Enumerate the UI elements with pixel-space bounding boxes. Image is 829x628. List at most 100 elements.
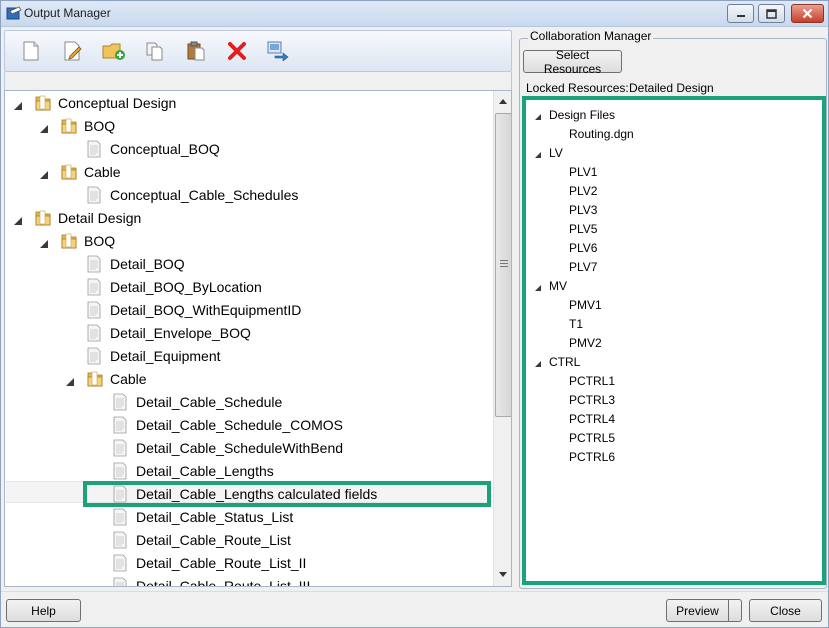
tree-report-node[interactable]: Conceptual_Cable_Schedules [86, 184, 298, 206]
tree-report-node[interactable]: Detail_Cable_Schedule_COMOS [112, 414, 343, 436]
resource-item-node[interactable]: PLV6 [569, 238, 597, 257]
window-title: Output Manager [24, 6, 111, 20]
preview-dropdown-button[interactable] [728, 599, 742, 622]
tree-node-label: Detail_Cable_Lengths [136, 463, 274, 479]
tree-scrollbar[interactable] [493, 91, 511, 586]
report-icon [113, 577, 127, 586]
locked-resources-label: Locked Resources: [526, 81, 629, 95]
report-icon [113, 554, 127, 572]
scroll-up-icon[interactable] [498, 97, 508, 105]
tree-report-node[interactable]: Detail_Cable_Status_List [112, 506, 293, 528]
scroll-thumb[interactable] [495, 113, 511, 417]
resource-item-node[interactable]: T1 [569, 314, 583, 333]
tree-report-node[interactable]: Detail_Envelope_BOQ [86, 322, 251, 344]
title-bar[interactable]: Output Manager [1, 1, 828, 27]
export-icon [267, 41, 289, 61]
tree-node-label: Detail_Cable_ScheduleWithBend [136, 440, 344, 456]
new-report-button[interactable] [19, 39, 43, 63]
tree-report-node[interactable]: Detail_Cable_Route_List [112, 529, 291, 551]
report-icon [113, 439, 127, 457]
tree-report-node[interactable]: Detail_Cable_Schedule [112, 391, 282, 413]
resource-item-node[interactable]: PLV7 [569, 257, 597, 276]
expander-icon[interactable] [39, 167, 49, 179]
tree-report-node[interactable]: Detail_Cable_Lengths [112, 460, 274, 482]
tree-node-label: Detail_BOQ [110, 256, 185, 272]
expander-icon[interactable] [534, 281, 542, 291]
tree-node-label: Detail_Cable_Status_List [136, 509, 294, 525]
copy-button[interactable] [143, 39, 167, 63]
add-folder-button[interactable] [102, 39, 126, 63]
resource-label: PCTRL4 [569, 411, 616, 426]
expander-icon[interactable] [39, 236, 49, 248]
expander-icon[interactable] [534, 110, 542, 120]
resource-item-node[interactable]: PCTRL4 [569, 409, 615, 428]
resource-item-node[interactable]: PCTRL1 [569, 371, 615, 390]
delete-icon [228, 42, 246, 60]
resource-group-node[interactable]: MV [535, 276, 567, 295]
resource-label: CTRL [549, 354, 581, 369]
expander-icon[interactable] [13, 213, 23, 225]
minimize-button[interactable] [727, 4, 754, 23]
preview-button[interactable]: Preview [666, 599, 729, 622]
tree-report-node[interactable]: Conceptual_BOQ [86, 138, 220, 160]
resource-label: PLV1 [569, 164, 598, 179]
delete-button[interactable] [225, 39, 249, 63]
help-button[interactable]: Help [6, 599, 81, 622]
tree-report-node[interactable]: Detail_Cable_ScheduleWithBend [112, 437, 343, 459]
tree-folder-node[interactable]: Conceptual Design [14, 92, 176, 114]
resource-item-node[interactable]: PMV2 [569, 333, 602, 352]
resource-item-node[interactable]: PCTRL6 [569, 447, 615, 466]
resource-group-node[interactable]: CTRL [535, 352, 581, 371]
folder-icon [87, 371, 103, 387]
report-icon [87, 140, 101, 158]
report-icon [87, 255, 101, 273]
expander-icon[interactable] [534, 148, 542, 158]
resource-group-node[interactable]: LV [535, 143, 563, 162]
folder-icon [35, 95, 51, 111]
tree-report-node[interactable]: Detail_Equipment [86, 345, 221, 367]
resource-item-node[interactable]: PLV1 [569, 162, 597, 181]
resource-item-node[interactable]: PCTRL5 [569, 428, 615, 447]
resource-item-node[interactable]: PLV2 [569, 181, 597, 200]
window-close-button[interactable] [791, 4, 824, 23]
tree-report-node[interactable]: Detail_BOQ_WithEquipmentID [86, 299, 301, 321]
tree-node-label: Cable [110, 371, 147, 387]
maximize-button[interactable] [758, 4, 785, 23]
close-button[interactable]: Close [749, 599, 822, 622]
tree-folder-node[interactable]: BOQ [40, 115, 116, 137]
tree-node-label: Detail_Cable_Schedule [136, 394, 283, 410]
tree-folder-node[interactable]: Detail Design [14, 207, 141, 229]
resource-item-node[interactable]: PMV1 [569, 295, 602, 314]
resource-item-node[interactable]: PLV3 [569, 200, 597, 219]
tree-report-node[interactable]: Detail_BOQ_ByLocation [86, 276, 262, 298]
output-toolbar [4, 30, 512, 72]
select-resources-button[interactable]: Select Resources [523, 48, 622, 76]
resource-item-node[interactable]: PCTRL3 [569, 390, 615, 409]
expander-icon[interactable] [13, 98, 23, 110]
tree-folder-node[interactable]: Cable [66, 368, 147, 390]
resources-tree[interactable]: Design Files Routing.dgn LV PLV1 PLV2 PLV3 PLV… [522, 96, 826, 585]
resource-label: PCTRL5 [569, 430, 616, 445]
paste-button[interactable] [184, 39, 208, 63]
expander-icon[interactable] [65, 374, 75, 386]
tree-folder-node[interactable]: Cable [40, 161, 121, 183]
folder-icon [61, 118, 77, 134]
paste-icon [187, 41, 205, 61]
expander-icon[interactable] [534, 357, 542, 367]
tree-report-node[interactable]: Detail_BOQ [86, 253, 185, 275]
export-button[interactable] [266, 39, 290, 63]
tree-folder-node[interactable]: BOQ [40, 230, 115, 252]
output-tree[interactable]: Conceptual Design BOQ Conceptual_BOQ Cab… [4, 90, 512, 587]
expander-icon[interactable] [39, 121, 49, 133]
tree-node-label: BOQ [84, 118, 116, 134]
folder-icon [35, 210, 51, 226]
tree-report-node[interactable]: Detail_Cable_Route_List_II [112, 552, 306, 574]
resource-item-node[interactable]: Routing.dgn [569, 124, 634, 143]
edit-report-button[interactable] [61, 39, 85, 63]
tree-report-node[interactable]: Detail_Cable_Route_List_III [112, 575, 310, 586]
resource-group-node[interactable]: Design Files [535, 105, 615, 124]
report-icon [87, 186, 101, 204]
resource-item-node[interactable]: PLV5 [569, 219, 597, 238]
new-document-icon [23, 41, 39, 61]
scroll-down-icon[interactable] [498, 571, 508, 579]
